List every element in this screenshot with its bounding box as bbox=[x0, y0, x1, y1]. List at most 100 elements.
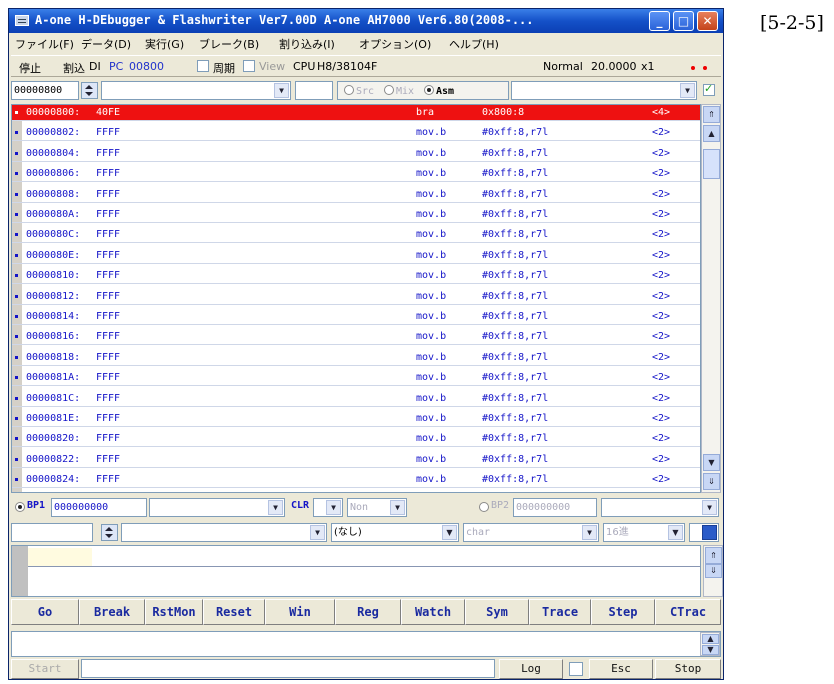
watch-spinner[interactable] bbox=[101, 524, 118, 541]
trace-button[interactable]: Trace bbox=[529, 599, 591, 625]
disasm-row[interactable]: 00000808: FFFF mov.b #0xff:8,r7l <2> bbox=[12, 187, 700, 203]
mnemonic-cell: mov.b bbox=[416, 290, 447, 302]
code-cell: FFFF bbox=[96, 372, 121, 384]
menu-option[interactable]: オプション(O) bbox=[359, 36, 431, 52]
watch-radix-select[interactable]: 16進 ▼ bbox=[603, 523, 685, 542]
disassembly-view[interactable]: 00000800: 40FE bra 0x800:8 <4> 00000802: FFFF m… bbox=[11, 104, 701, 493]
sym-button[interactable]: Sym bbox=[465, 599, 529, 625]
disasm-row[interactable]: 00000804: FFFF mov.b #0xff:8,r7l <2> bbox=[12, 146, 700, 162]
stop-button[interactable]: Stop bbox=[655, 659, 721, 679]
title-bar[interactable]: A-one H-DEbugger & Flashwriter Ver7.00D … bbox=[9, 9, 723, 33]
disasm-row[interactable]: 00000810: FFFF mov.b #0xff:8,r7l <2> bbox=[12, 268, 700, 285]
address-input[interactable]: 00000800 bbox=[11, 81, 79, 100]
code-cell: FFFF bbox=[96, 311, 121, 322]
watch-button[interactable]: Watch bbox=[401, 599, 465, 625]
source-select[interactable] bbox=[295, 81, 333, 100]
watch-scrollbar[interactable]: ⇑ ⇓ bbox=[703, 545, 723, 597]
reset-button[interactable]: Reset bbox=[203, 599, 265, 625]
command-input[interactable] bbox=[81, 659, 495, 678]
minimize-button[interactable]: _ bbox=[649, 11, 670, 31]
bullet-icon bbox=[15, 294, 18, 298]
cycles-cell: <4> bbox=[652, 107, 671, 118]
page-down-button[interactable]: ⇓ bbox=[703, 473, 720, 490]
disasm-row[interactable]: 00000806: FFFF mov.b #0xff:8,r7l <2> bbox=[12, 166, 700, 183]
operand-cell: #0xff:8,r7l bbox=[482, 249, 549, 261]
bp1-address[interactable]: 000000000 bbox=[51, 498, 147, 517]
watch-type-select[interactable]: char ▼ bbox=[463, 523, 599, 542]
page-up-button[interactable]: ⇑ bbox=[703, 106, 720, 123]
radio-bp1[interactable] bbox=[15, 502, 25, 512]
clr-label: CLR bbox=[291, 500, 310, 511]
mnemonic-cell: mov.b bbox=[416, 311, 447, 322]
view-checkbox[interactable] bbox=[243, 60, 255, 72]
disasm-row[interactable]: 0000081E: FFFF mov.b #0xff:8,r7l <2> bbox=[12, 411, 700, 427]
disasm-row[interactable]: 00000822: FFFF mov.b #0xff:8,r7l <2> bbox=[12, 452, 700, 468]
disasm-row[interactable]: 0000081C: FFFF mov.b #0xff:8,r7l <2> bbox=[12, 391, 700, 407]
disasm-row[interactable]: 00000820: FFFF mov.b #0xff:8,r7l <2> bbox=[12, 431, 700, 448]
menu-file[interactable]: ファイル(F) bbox=[15, 36, 74, 52]
bp2-symbol-select[interactable]: ▼ bbox=[601, 498, 719, 517]
menu-run[interactable]: 実行(G) bbox=[145, 36, 184, 52]
disasm-row[interactable]: 00000816: FFFF mov.b #0xff:8,r7l <2> bbox=[12, 329, 700, 346]
symbol-select[interactable]: ▼ bbox=[101, 81, 291, 100]
bp2-address[interactable]: 000000000 bbox=[513, 498, 597, 517]
watch-address-input[interactable] bbox=[11, 523, 93, 542]
radio-src[interactable] bbox=[344, 85, 354, 95]
watch-symbol-select[interactable]: ▼ bbox=[121, 523, 327, 542]
radio-mix[interactable] bbox=[384, 85, 394, 95]
scroll-down-button[interactable]: ▼ bbox=[703, 454, 720, 471]
addr-cell: 00000802: bbox=[26, 127, 81, 139]
start-button[interactable]: Start bbox=[11, 659, 79, 679]
reg-button[interactable]: Reg bbox=[335, 599, 401, 625]
disasm-row[interactable]: 00000814: FFFF mov.b #0xff:8,r7l <2> bbox=[12, 309, 700, 325]
log-button[interactable]: Log bbox=[499, 659, 563, 679]
disasm-row[interactable]: 00000812: FFFF mov.b #0xff:8,r7l <2> bbox=[12, 289, 700, 305]
menu-help[interactable]: ヘルプ(H) bbox=[449, 36, 499, 52]
esc-checkbox[interactable] bbox=[569, 662, 583, 676]
bp1-symbol-select[interactable]: ▼ bbox=[149, 498, 285, 517]
output-scroll-up-button[interactable]: ▲ bbox=[702, 634, 719, 644]
period-checkbox[interactable] bbox=[197, 60, 209, 72]
radio-bp2[interactable] bbox=[479, 502, 489, 512]
watch-scroll-button[interactable]: ⇓ bbox=[705, 564, 722, 578]
radio-asm[interactable] bbox=[424, 85, 434, 95]
addr-cell: 00000824: bbox=[26, 474, 81, 486]
break-button[interactable]: Break bbox=[79, 599, 145, 625]
go-button[interactable]: Go bbox=[11, 599, 79, 625]
menu-break[interactable]: ブレーク(B) bbox=[199, 36, 259, 52]
clr-select[interactable]: ▼ bbox=[313, 498, 343, 517]
esc-button[interactable]: Esc bbox=[589, 659, 653, 679]
step-button[interactable]: Step bbox=[591, 599, 655, 625]
follow-checkbox[interactable] bbox=[703, 82, 715, 96]
address-spinner[interactable] bbox=[81, 82, 98, 99]
function-select[interactable]: ▼ bbox=[511, 81, 697, 100]
disassembly-scrollbar[interactable]: ⇑ ▲ ▼ ⇓ bbox=[701, 104, 721, 493]
disasm-row[interactable]: 00000802: FFFF mov.b #0xff:8,r7l <2> bbox=[12, 125, 700, 142]
maximize-button[interactable]: □ bbox=[673, 11, 694, 31]
code-cell: FFFF bbox=[96, 351, 121, 363]
disasm-row[interactable]: 0000080C: FFFF mov.b #0xff:8,r7l <2> bbox=[12, 227, 700, 244]
watch-list[interactable] bbox=[11, 545, 701, 597]
menu-interrupt[interactable]: 割り込み(I) bbox=[279, 36, 335, 52]
close-button[interactable]: ✕ bbox=[697, 11, 718, 31]
scroll-thumb[interactable] bbox=[703, 149, 720, 179]
ctrace-button[interactable]: CTrac bbox=[655, 599, 721, 625]
output-scroll-down-button[interactable]: ▼ bbox=[702, 645, 719, 655]
current-line-row[interactable]: 00000800: 40FE bra 0x800:8 <4> bbox=[12, 105, 700, 121]
non-select[interactable]: Non ▼ bbox=[347, 498, 407, 517]
output-log[interactable]: ▲ ▼ bbox=[11, 631, 721, 657]
watch-extra-select[interactable] bbox=[689, 523, 719, 542]
win-button[interactable]: Win bbox=[265, 599, 335, 625]
scroll-up-button[interactable]: ▲ bbox=[703, 125, 720, 142]
disasm-row[interactable]: 0000081A: FFFF mov.b #0xff:8,r7l <2> bbox=[12, 370, 700, 387]
menu-data[interactable]: データ(D) bbox=[81, 36, 131, 52]
disasm-row[interactable]: 00000824: FFFF mov.b #0xff:8,r7l <2> bbox=[12, 472, 700, 489]
watch-var-select[interactable]: (なし) ▼ bbox=[331, 523, 459, 542]
rstmon-button[interactable]: RstMon bbox=[145, 599, 203, 625]
watch-page-up-button[interactable]: ⇑ bbox=[705, 547, 722, 564]
disasm-row[interactable]: 0000080A: FFFF mov.b #0xff:8,r7l <2> bbox=[12, 207, 700, 223]
output-scrollbar[interactable]: ▲ ▼ bbox=[700, 632, 720, 656]
code-cell: FFFF bbox=[96, 433, 121, 445]
disasm-row[interactable]: 00000818: FFFF mov.b #0xff:8,r7l <2> bbox=[12, 350, 700, 366]
disasm-row[interactable]: 0000080E: FFFF mov.b #0xff:8,r7l <2> bbox=[12, 248, 700, 264]
